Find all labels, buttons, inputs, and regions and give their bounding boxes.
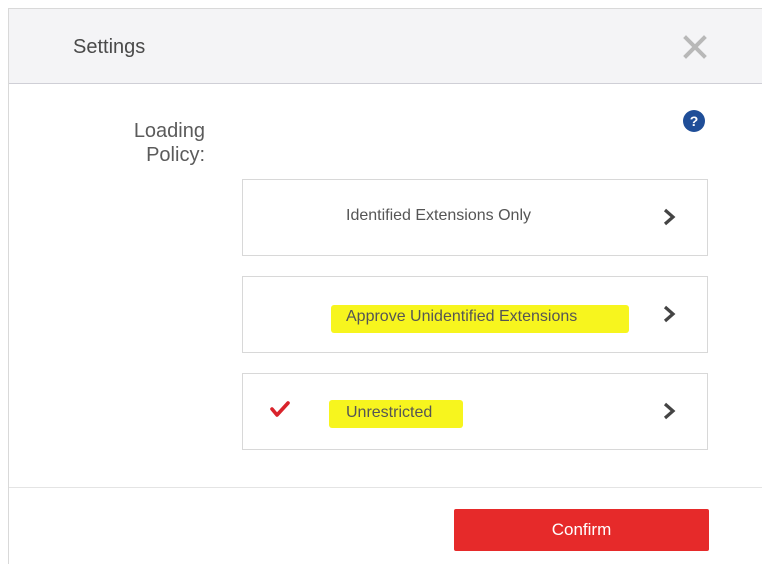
loading-policy-label: Loading Policy: [99,119,205,167]
chevron-right-icon [663,402,676,420]
chevron-right-icon [663,305,676,323]
option-label: Approve Unidentified Extensions [346,308,578,325]
footer-divider [9,487,762,488]
close-icon-graphic [683,35,707,59]
label-line-1: Loading [133,120,205,142]
option-identified-extensions-only[interactable]: Identified Extensions Only [242,179,708,256]
option-approve-unidentified-extensions[interactable]: Approve Unidentified Extensions [242,276,708,353]
dialog-title: Settings [73,36,146,58]
option-label: Unrestricted [346,404,433,421]
help-icon[interactable]: ? [683,110,705,132]
option-label: Identified Extensions Only [346,207,531,224]
label-line-2: Policy: [146,144,205,166]
checkmark-icon [270,401,290,417]
dialog-header: Settings [9,9,762,84]
confirm-button[interactable]: Confirm [454,509,709,551]
chevron-right-icon [663,208,676,226]
close-icon[interactable] [679,31,711,63]
option-unrestricted[interactable]: Unrestricted [242,373,708,450]
settings-dialog: Settings Loading Policy: ? Identified Ex… [8,8,762,564]
